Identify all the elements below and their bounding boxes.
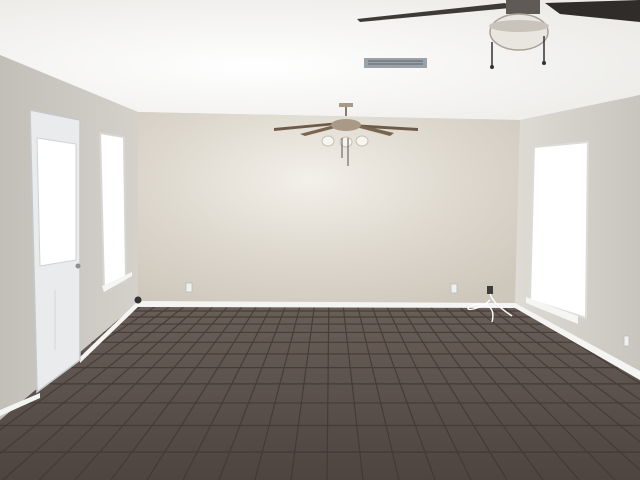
room-photo bbox=[0, 0, 640, 480]
outlet-icon bbox=[185, 282, 193, 293]
window-icon bbox=[98, 131, 128, 292]
outlet-icon-3 bbox=[623, 335, 630, 347]
door-knob bbox=[75, 263, 81, 269]
room-illustration bbox=[0, 0, 640, 480]
cable-jack bbox=[487, 286, 493, 294]
air-vent-icon bbox=[364, 58, 427, 68]
right-window bbox=[528, 140, 590, 320]
floor-jack bbox=[134, 296, 142, 304]
door-window bbox=[36, 137, 77, 267]
outlet-icon-2 bbox=[450, 283, 458, 294]
